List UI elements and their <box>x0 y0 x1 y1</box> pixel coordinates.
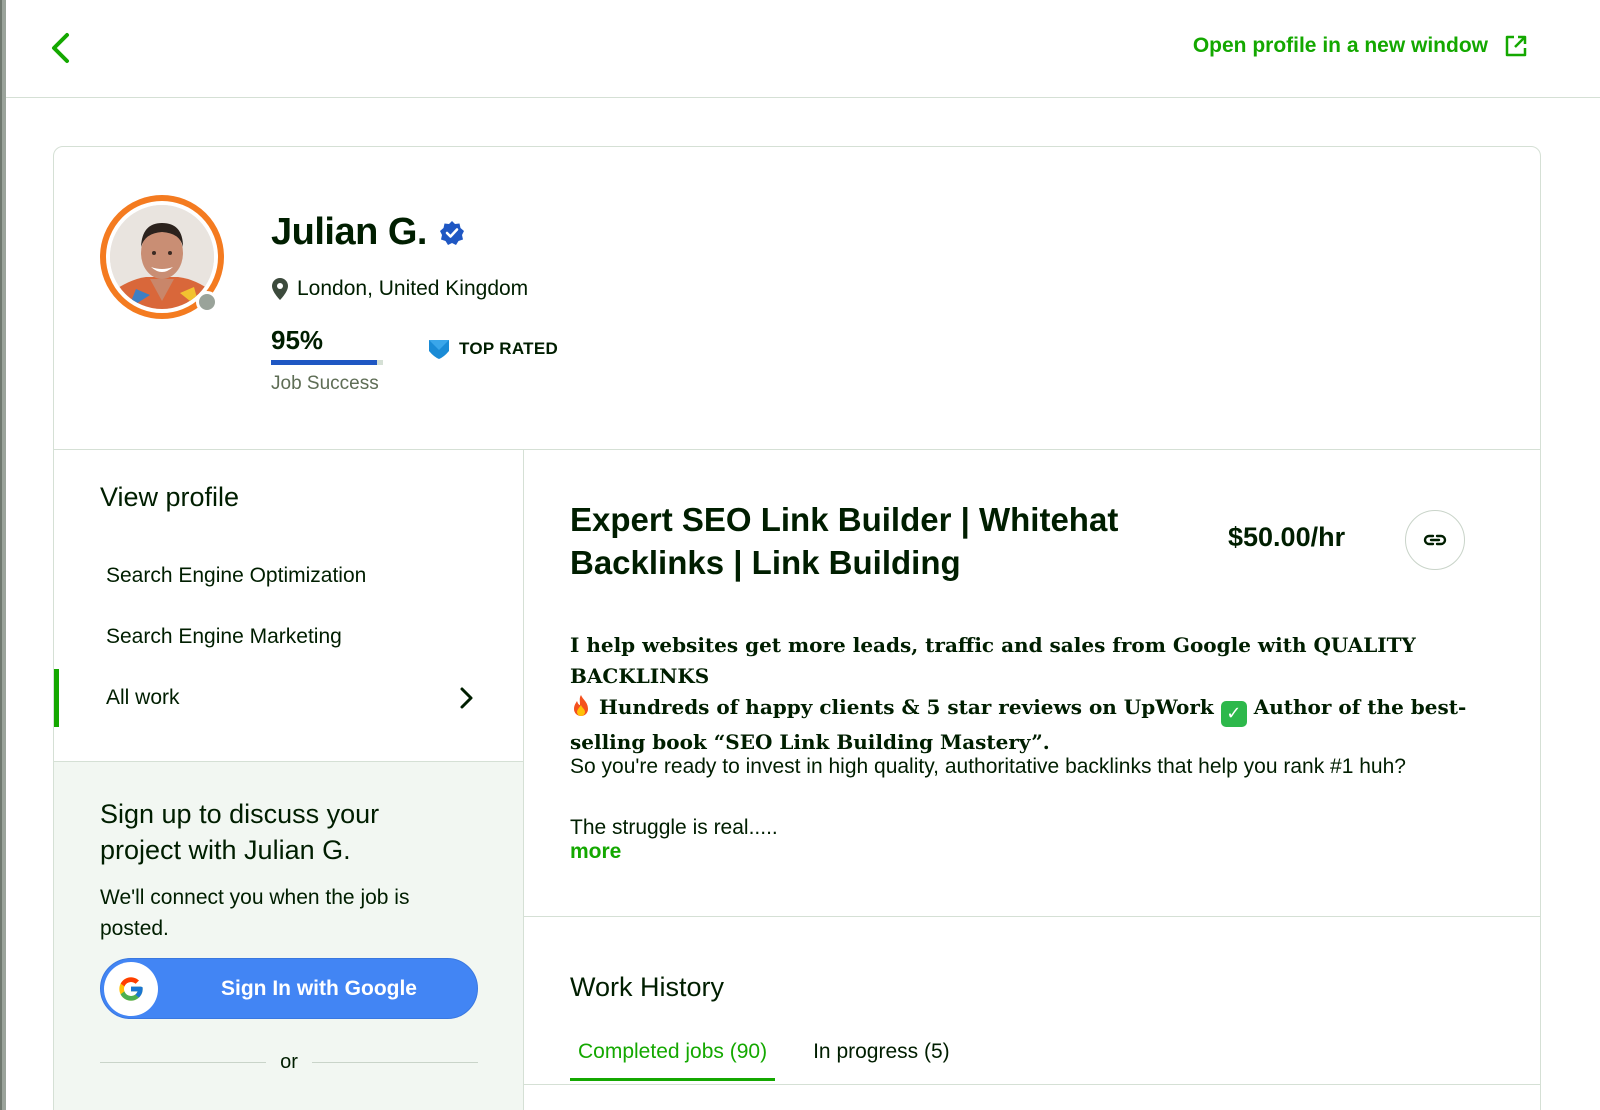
sidebar-item-label: Search Engine Marketing <box>106 625 342 648</box>
fire-icon <box>574 695 588 716</box>
google-sign-in-button[interactable]: Sign In with Google <box>100 958 478 1019</box>
hourly-rate: $50.00/hr <box>1228 522 1346 552</box>
external-link-icon <box>1505 35 1527 57</box>
job-success-bar <box>271 360 383 365</box>
location-row: London, United Kingdom <box>271 277 528 301</box>
work-history-title: Work History <box>570 972 725 1002</box>
or-label: or <box>280 1051 298 1073</box>
open-profile-label: Open profile in a new window <box>1192 34 1488 57</box>
profile-sidebar: View profile Search Engine Optimization … <box>54 450 524 1110</box>
top-rated-shield-icon <box>429 340 449 359</box>
tab-completed-jobs[interactable]: Completed jobs (90) <box>570 1040 776 1081</box>
signup-subtitle: We'll connect you when the job is posted… <box>100 886 410 940</box>
open-profile-new-window-link[interactable]: Open profile in a new window <box>1193 34 1528 58</box>
profile-card: Julian G. London, United Kingdom 95% Job… <box>53 146 1541 1110</box>
view-profile-title: View profile <box>100 482 240 512</box>
link-icon <box>1423 534 1447 546</box>
top-rated-label: TOP RATED <box>459 339 559 358</box>
sidebar-item-label: All work <box>106 686 180 709</box>
sidebar-item-label: Search Engine Optimization <box>106 564 367 587</box>
sidebar-item-sem[interactable]: Search Engine Marketing <box>54 608 523 666</box>
google-sign-in-label: Sign In with Google <box>221 976 417 1000</box>
verified-badge-icon <box>439 220 464 245</box>
tabs-divider <box>524 1084 1540 1085</box>
location-text: London, United Kingdom <box>297 277 529 300</box>
divider-line <box>100 1062 267 1063</box>
background-page-edge <box>0 0 2 1110</box>
work-history-tabs: Completed jobs (90) In progress (5) <box>570 1040 988 1081</box>
freelancer-name: Julian G. <box>271 211 427 253</box>
description-paragraph: The struggle is real..... <box>570 816 778 839</box>
back-button[interactable] <box>42 30 78 66</box>
copy-link-button[interactable] <box>1405 510 1465 570</box>
more-link[interactable]: more <box>570 840 621 864</box>
google-g-icon <box>104 962 158 1016</box>
divider-line <box>311 1062 479 1063</box>
description-line: Hundreds of happy clients & 5 star revie… <box>592 695 1221 719</box>
job-success-label: Job Success <box>271 373 379 394</box>
profile-title: Expert SEO Link Builder | Whitehat Backl… <box>570 501 1119 581</box>
chevron-left-icon <box>52 33 69 63</box>
signup-title: Sign up to discuss your project with Jul… <box>100 799 380 865</box>
profile-main: Expert SEO Link Builder | Whitehat Backl… <box>524 450 1540 1110</box>
online-status-dot <box>196 291 218 313</box>
check-mark-icon: ✓ <box>1220 701 1247 727</box>
tab-in-progress[interactable]: In progress (5) <box>805 1040 958 1081</box>
top-bar: Open profile in a new window <box>6 0 1600 98</box>
chevron-right-icon <box>460 687 473 709</box>
job-success-bar-fill <box>271 360 378 365</box>
profile-overview: Expert SEO Link Builder | Whitehat Backl… <box>524 450 1540 917</box>
description-paragraph: So you're ready to invest in high qualit… <box>570 755 1406 778</box>
name-row: Julian G. <box>271 211 465 254</box>
description-intro: I help websites get more leads, traffic … <box>570 630 1470 758</box>
signup-panel: Sign up to discuss your project with Jul… <box>54 761 523 1110</box>
top-rated-badge: TOP RATED <box>427 337 558 361</box>
job-success-score: 95% Job Success <box>271 325 383 395</box>
description-line: I help websites get more leads, traffic … <box>570 633 1416 688</box>
or-divider: or <box>100 1051 479 1074</box>
job-success-value: 95% <box>271 325 324 355</box>
profile-header: Julian G. London, United Kingdom 95% Job… <box>54 147 1540 450</box>
avatar <box>100 195 224 319</box>
sidebar-item-all-work[interactable]: All work <box>54 669 523 727</box>
sidebar-item-seo[interactable]: Search Engine Optimization <box>54 547 523 605</box>
location-pin-icon <box>272 278 288 300</box>
